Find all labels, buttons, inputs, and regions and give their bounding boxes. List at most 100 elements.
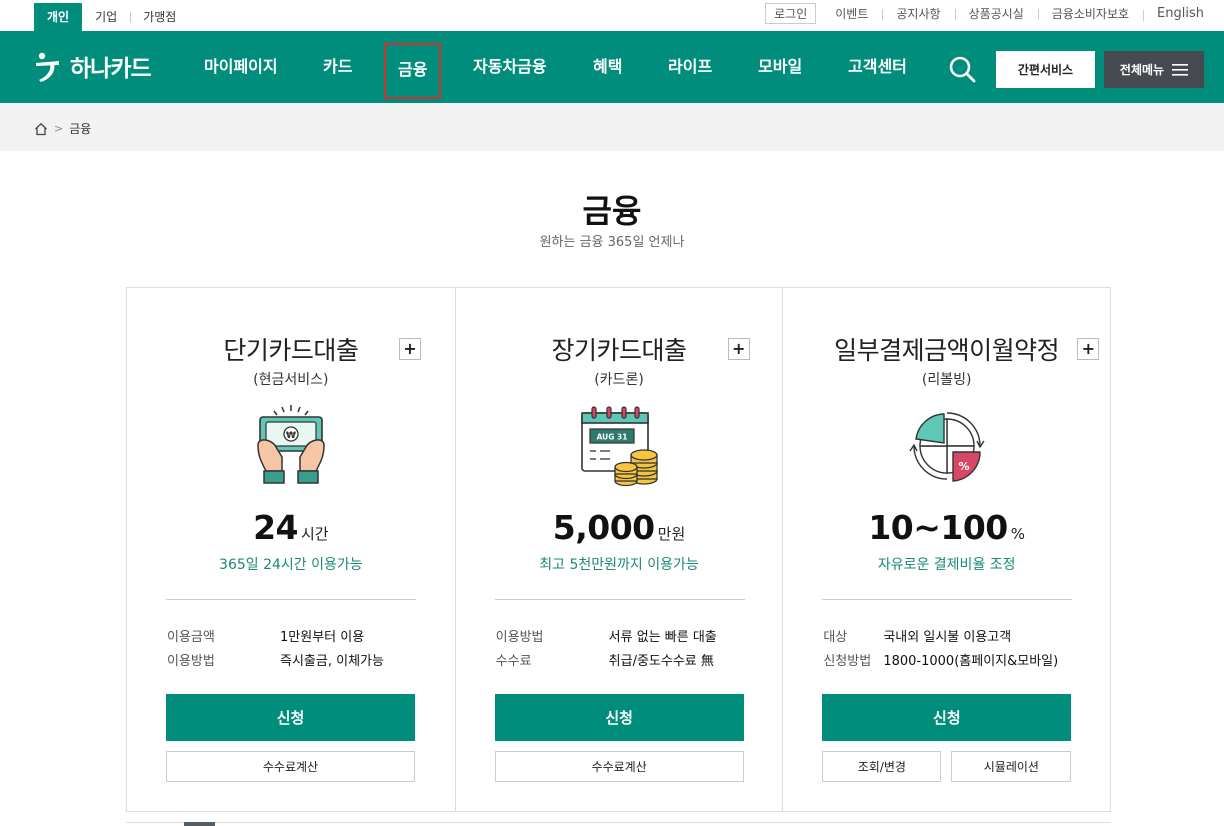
figure-unit: % [1010,525,1026,543]
calendar-coins-icon: AUG 31 [581,406,658,487]
quick-service-button[interactable]: 간편서비스 [996,51,1095,88]
info-key: 이용방법 [167,654,215,669]
figure-unit: 시간 [301,525,329,543]
revolving-illustration: % [783,401,1110,491]
figure-number: 5,000 [552,508,655,547]
card-title: 일부결제금액이월약정 [834,336,1060,365]
figure-unit: 만원 [657,525,686,543]
product-disclosure-link[interactable]: 상품공시실 [954,5,1038,22]
breadcrumb: > 금융 [0,103,1224,151]
finance-product-cards: 단기카드대출 + (현금서비스) ₩ 24 시간 365일 24시간 이용가능 … [126,287,1111,812]
brand-logo[interactable]: 하나카드 [32,49,152,83]
key-figure: 5,000 만원 [456,508,783,547]
divider [494,599,745,600]
info-value: 서류 없는 빠른 대출 [608,630,717,645]
divider [166,599,416,600]
info-list: 이용방법 서류 없는 빠른 대출 수수료 취급/중도수수료 無 [496,626,717,674]
page-title: 금융 [582,192,642,230]
card-subtitle: (카드론) [594,372,644,388]
event-link[interactable]: 이벤트 [821,5,882,22]
figure-number: 24 [253,508,298,547]
info-value: 국내외 일시불 이용고객 [883,630,1012,645]
consumer-protection-link[interactable]: 금융소비자보호 [1037,5,1143,22]
login-button[interactable]: 로그인 [765,2,817,24]
more-plus-icon[interactable]: + [1077,338,1100,360]
divider [822,599,1073,600]
svg-text:₩: ₩ [286,431,296,441]
svg-text:%: % [958,460,969,473]
pie-percent-icon: % [909,412,985,482]
notice-link[interactable]: 공지사항 [882,5,954,22]
chevron-right-icon: > [54,122,64,135]
info-row: 신청방법 1800-1000(홈페이지&모바일) [823,650,1058,674]
hana-logo-icon [36,52,59,82]
home-icon[interactable] [34,122,48,136]
info-row: 이용금액 1만원부터 이용 [167,626,384,650]
page-subtitle: 원하는 금융 365일 언제나 [539,235,685,250]
info-row: 대상 국내외 일시불 이용고객 [823,626,1058,650]
info-key: 신청방법 [823,654,872,669]
apply-button[interactable]: 신청 [166,694,415,741]
more-plus-icon[interactable]: + [399,338,421,360]
menu-life[interactable]: 라이프 [668,31,712,103]
info-value: 취급/중도수수료 無 [608,654,714,669]
card-long-term-loan: 장기카드대출 + (카드론) AUG 31 5,000 만원 최고 5천만원까지… [454,288,783,811]
hamburger-icon [1172,63,1189,76]
menu-finance[interactable]: 금융 [383,43,442,99]
apply-button[interactable]: 신청 [494,694,744,741]
inquiry-change-button[interactable]: 조회/변경 [822,751,942,782]
info-list: 이용금액 1만원부터 이용 이용방법 즉시출금, 이체가능 [167,626,384,674]
figure-number: 10~100 [868,508,1008,547]
brand-name: 하나카드 [70,56,152,82]
card-description: 최고 5천만원까지 이용가능 [539,557,699,573]
info-value: 즉시출금, 이체가능 [280,654,384,669]
card-loan-illustration: AUG 31 [456,401,783,491]
info-row: 수수료 취급/중도수수료 無 [496,650,717,674]
next-section-edge [126,822,1111,826]
english-link[interactable]: English [1143,6,1204,21]
simulation-button[interactable]: 시뮬레이션 [951,751,1072,782]
breadcrumb-current: 금융 [69,122,92,136]
global-navigation: 하나카드 마이페이지 카드 금융 자동차금융 혜택 라이프 모바일 고객센터 간… [0,31,1224,103]
menu-auto-finance[interactable]: 자동차금융 [473,31,547,103]
menu-mypage[interactable]: 마이페이지 [204,31,278,103]
card-short-term-loan: 단기카드대출 + (현금서비스) ₩ 24 시간 365일 24시간 이용가능 … [127,288,455,811]
info-value: 1만원부터 이용 [280,630,365,645]
card-subtitle: (현금서비스) [253,372,329,388]
all-menu-label: 전체메뉴 [1119,63,1165,77]
info-key: 이용금액 [167,630,215,645]
fee-calculator-button[interactable]: 수수료계산 [166,751,415,782]
info-row: 이용방법 즉시출금, 이체가능 [167,650,384,674]
fee-calculator-button[interactable]: 수수료계산 [494,751,744,782]
utility-links: 로그인 이벤트 공지사항 상품공시실 금융소비자보호 English [765,2,1204,24]
cash-service-illustration: ₩ [127,401,455,491]
section-tab-marker [184,822,215,826]
search-icon[interactable] [948,55,976,87]
utility-bar: 개인 기업 가맹점 로그인 이벤트 공지사항 상품공시실 금융소비자보호 Eng… [0,0,1224,31]
menu-benefits[interactable]: 혜택 [593,31,622,103]
tab-business[interactable]: 기업 [82,3,130,31]
card-description: 365일 24시간 이용가능 [219,557,363,573]
svg-text:AUG 31: AUG 31 [597,433,628,442]
menu-customer-center[interactable]: 고객센터 [848,31,907,103]
all-menu-button[interactable]: 전체메뉴 [1104,51,1204,88]
card-revolving: 일부결제금액이월약정 + (리볼빙) % 10~100% 자유로운 결제비율 조… [782,288,1110,811]
info-list: 대상 국내외 일시불 이용고객 신청방법 1800-1000(홈페이지&모바일) [823,626,1058,674]
more-plus-icon[interactable]: + [727,338,750,360]
info-value: 1800-1000(홈페이지&모바일) [883,654,1059,669]
menu-mobile[interactable]: 모바일 [758,31,802,103]
card-description: 자유로운 결제비율 조정 [877,557,1016,573]
money-hands-icon: ₩ [257,405,325,484]
key-figure: 24 시간 [127,508,455,547]
info-row: 이용방법 서류 없는 빠른 대출 [496,626,717,650]
tab-merchant[interactable]: 가맹점 [130,3,189,31]
menu-card[interactable]: 카드 [323,31,352,103]
info-key: 대상 [823,630,848,645]
card-subtitle: (리볼빙) [921,372,972,388]
key-figure: 10~100% [783,508,1110,547]
info-key: 수수료 [495,654,532,669]
customer-segment-tabs: 개인 기업 가맹점 [34,3,189,31]
apply-button[interactable]: 신청 [822,694,1072,741]
info-key: 이용방법 [495,630,544,645]
tab-personal[interactable]: 개인 [34,3,83,31]
